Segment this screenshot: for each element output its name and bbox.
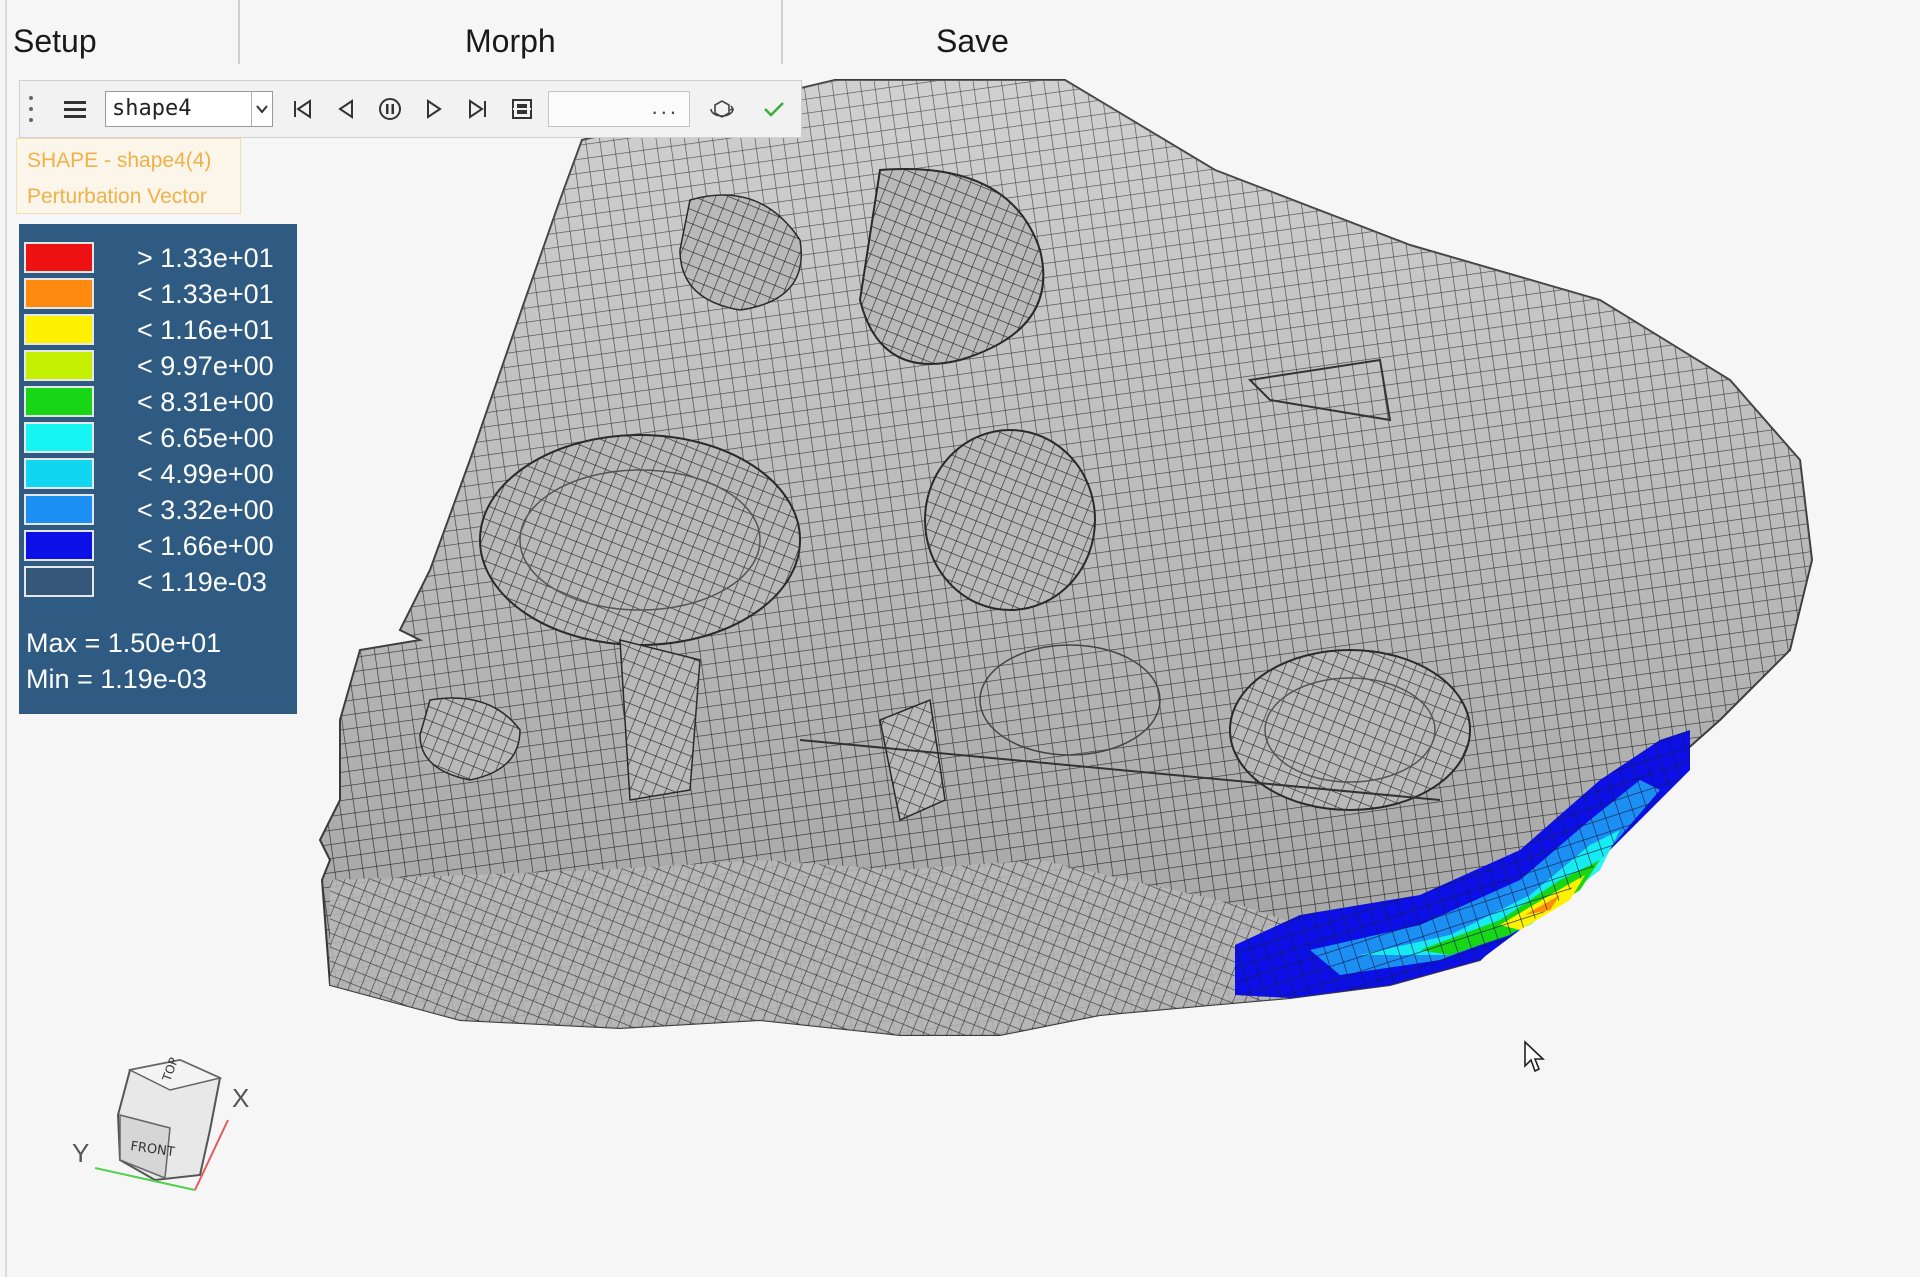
legend-label: < 3.32e+00 [137, 495, 274, 525]
legend-row: < 4.99e+00 [19, 456, 297, 492]
dropdown-arrow-icon[interactable] [251, 92, 272, 126]
film-icon[interactable] [506, 89, 538, 129]
legend-row: < 6.65e+00 [19, 420, 297, 456]
legend-label: < 4.99e+00 [137, 459, 274, 489]
grip-icon[interactable] [24, 89, 38, 129]
shape-info-panel: SHAPE - shape4(4) Perturbation Vector [16, 138, 241, 214]
animation-toolbar: shape4 ... [19, 80, 802, 138]
last-frame-icon[interactable] [462, 89, 494, 129]
legend-label: < 1.33e+01 [137, 279, 274, 309]
tab-morph[interactable]: Morph [465, 0, 556, 75]
tab-setup[interactable]: Setup [13, 0, 97, 75]
legend-row: < 8.31e+00 [19, 384, 297, 420]
legend-row: < 1.16e+01 [19, 312, 297, 348]
legend-row: < 1.33e+01 [19, 276, 297, 312]
legend-label: < 1.16e+01 [137, 315, 274, 345]
legend-swatch [24, 566, 94, 597]
view-cube[interactable]: TOP FRONT [94, 1056, 229, 1191]
legend-row: < 1.19e-03 [19, 564, 297, 600]
rotate-view-icon[interactable] [704, 89, 740, 129]
legend-swatch [24, 350, 94, 381]
legend-label: < 8.31e+00 [137, 387, 274, 417]
legend-swatch [24, 422, 94, 453]
shape-info-title: SHAPE - shape4(4) [27, 149, 212, 172]
legend-swatch [24, 314, 94, 345]
legend-label: < 9.97e+00 [137, 351, 274, 381]
shape-info-subtitle: Perturbation Vector [27, 185, 207, 208]
x-axis-label: X [232, 1083, 249, 1113]
legend-row: > 1.33e+01 [19, 240, 297, 276]
menu-icon[interactable] [60, 89, 90, 129]
mouse-cursor-icon [1524, 1040, 1546, 1073]
apply-check-icon[interactable] [756, 89, 792, 129]
legend-swatch [24, 494, 94, 525]
legend-label: < 1.19e-03 [137, 567, 267, 597]
legend-max: Max = 1.50e+01 [26, 628, 222, 658]
first-frame-icon[interactable] [286, 89, 318, 129]
mesh-part[interactable] [318, 79, 1814, 1036]
legend-label: < 6.65e+00 [137, 423, 274, 453]
legend-row: < 1.66e+00 [19, 528, 297, 564]
legend-swatch [24, 458, 94, 489]
legend-row: < 9.97e+00 [19, 348, 297, 384]
legend-label: < 1.66e+00 [137, 531, 274, 561]
legend-row: < 3.32e+00 [19, 492, 297, 528]
tab-separator [781, 0, 783, 64]
tab-save[interactable]: Save [936, 0, 1009, 75]
legend-min: Min = 1.19e-03 [26, 664, 207, 694]
shape-select[interactable]: shape4 [105, 91, 273, 127]
y-axis-label: Y [72, 1138, 89, 1168]
tab-separator [238, 0, 240, 64]
contour-legend[interactable]: > 1.33e+01 < 1.33e+01 < 1.16e+01 < 9.97e… [19, 224, 297, 714]
legend-swatch [24, 278, 94, 309]
ribbon-tabs: Setup Morph Save [0, 0, 1920, 75]
legend-swatch [24, 242, 94, 273]
play-icon[interactable] [418, 89, 450, 129]
left-divider [5, 0, 7, 1277]
legend-swatch [24, 530, 94, 561]
pause-icon[interactable] [374, 89, 406, 129]
frame-field[interactable]: ... [548, 91, 690, 127]
legend-label: > 1.33e+01 [137, 243, 274, 273]
shape-select-value: shape4 [112, 96, 192, 121]
previous-frame-icon[interactable] [330, 89, 362, 129]
legend-swatch [24, 386, 94, 417]
